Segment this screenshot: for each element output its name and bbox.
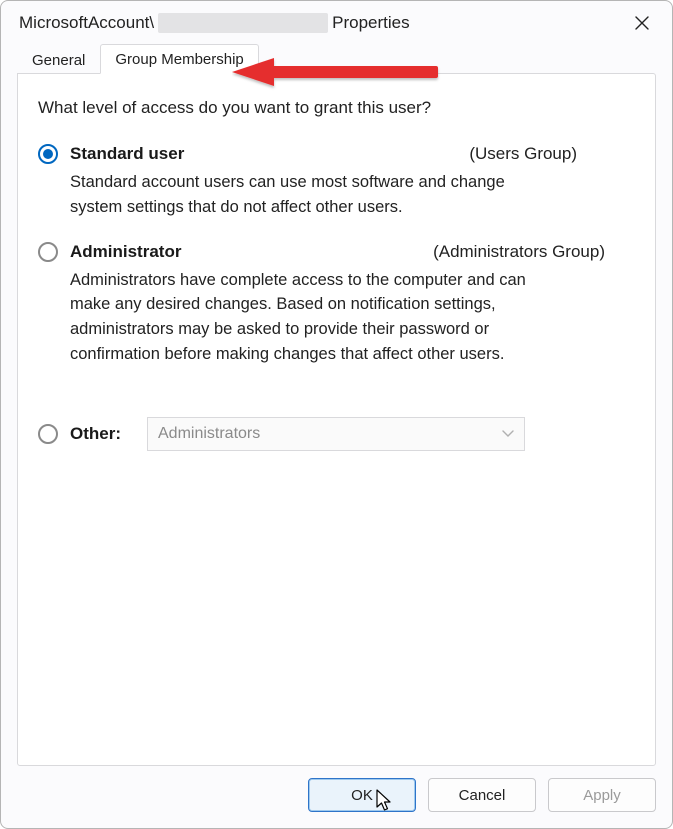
group-administrator: (Administrators Group) bbox=[433, 242, 635, 262]
option-other: Other: Administrators bbox=[38, 417, 635, 451]
radio-other[interactable] bbox=[38, 424, 58, 444]
apply-button[interactable]: Apply bbox=[548, 778, 656, 812]
label-other: Other: bbox=[70, 424, 121, 444]
properties-dialog: MicrosoftAccount\ Properties General Gro… bbox=[0, 0, 673, 829]
desc-administrator: Administrators have complete access to t… bbox=[70, 268, 560, 367]
desc-standard: Standard account users can use most soft… bbox=[70, 170, 560, 220]
label-standard: Standard user bbox=[70, 144, 184, 164]
close-button[interactable] bbox=[628, 9, 656, 37]
cancel-button[interactable]: Cancel bbox=[428, 778, 536, 812]
combo-value: Administrators bbox=[158, 425, 260, 443]
ok-button[interactable]: OK bbox=[308, 778, 416, 812]
radio-administrator[interactable] bbox=[38, 242, 58, 262]
redacted-account-name bbox=[158, 13, 328, 33]
close-icon bbox=[635, 16, 649, 30]
access-prompt: What level of access do you want to gran… bbox=[38, 98, 635, 118]
titlebar: MicrosoftAccount\ Properties bbox=[1, 1, 672, 43]
group-standard: (Users Group) bbox=[469, 144, 635, 164]
title-prefix: MicrosoftAccount\ bbox=[19, 13, 154, 33]
radio-standard[interactable] bbox=[38, 144, 58, 164]
option-administrator: Administrator (Administrators Group) Adm… bbox=[38, 242, 635, 367]
chevron-down-icon bbox=[502, 427, 514, 441]
title-suffix: Properties bbox=[332, 13, 409, 33]
option-standard: Standard user (Users Group) Standard acc… bbox=[38, 144, 635, 220]
tabstrip: General Group Membership bbox=[1, 43, 672, 73]
other-group-combo[interactable]: Administrators bbox=[147, 417, 525, 451]
tab-panel: What level of access do you want to gran… bbox=[17, 73, 656, 766]
tab-group-membership[interactable]: Group Membership bbox=[100, 44, 258, 74]
tab-general[interactable]: General bbox=[17, 45, 100, 74]
dialog-footer: OK Cancel Apply bbox=[1, 778, 672, 828]
label-administrator: Administrator bbox=[70, 242, 181, 262]
